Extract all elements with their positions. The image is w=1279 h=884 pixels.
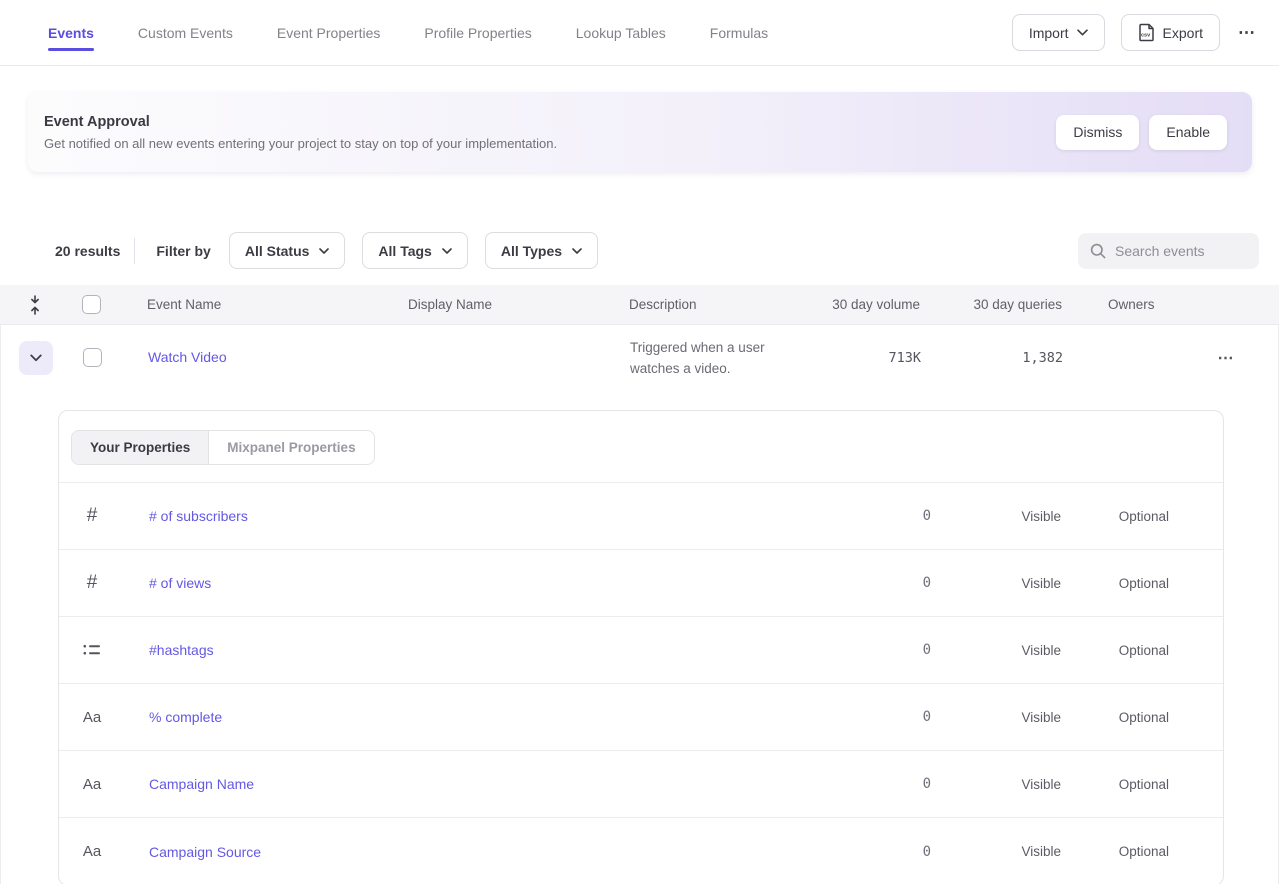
visibility-value[interactable]: Visible bbox=[931, 777, 1061, 792]
col-queries: 30 day queries bbox=[920, 297, 1062, 312]
property-name-link[interactable]: % complete bbox=[149, 709, 222, 725]
row-checkbox[interactable] bbox=[83, 348, 102, 367]
divider bbox=[134, 238, 135, 264]
enable-button[interactable]: Enable bbox=[1149, 115, 1227, 150]
col-owners: Owners bbox=[1062, 297, 1202, 312]
property-value: 0 bbox=[831, 508, 931, 524]
nav-tabs: Events Custom Events Event Properties Pr… bbox=[48, 0, 768, 65]
export-button-label: Export bbox=[1163, 25, 1203, 41]
tab-lookup-tables[interactable]: Lookup Tables bbox=[576, 0, 666, 65]
col-volume: 30 day volume bbox=[820, 297, 920, 312]
property-name-link[interactable]: Campaign Source bbox=[149, 844, 261, 860]
requirement-value[interactable]: Optional bbox=[1061, 777, 1169, 792]
col-description: Description bbox=[629, 297, 820, 312]
tab-your-properties[interactable]: Your Properties bbox=[72, 431, 209, 464]
list-icon bbox=[83, 643, 101, 657]
property-name-link[interactable]: #hashtags bbox=[149, 642, 214, 658]
results-count: 20 results bbox=[55, 243, 120, 259]
svg-text:csv: csv bbox=[1141, 33, 1151, 39]
tab-mixpanel-properties[interactable]: Mixpanel Properties bbox=[209, 431, 373, 464]
text-icon: Aa bbox=[83, 843, 101, 860]
col-display-name: Display Name bbox=[408, 297, 629, 312]
requirement-value[interactable]: Optional bbox=[1061, 643, 1169, 658]
requirement-value[interactable]: Optional bbox=[1061, 509, 1169, 524]
properties-tabs: Your Properties Mixpanel Properties bbox=[71, 430, 375, 465]
visibility-value[interactable]: Visible bbox=[931, 844, 1061, 859]
tags-filter-dropdown[interactable]: All Tags bbox=[362, 232, 467, 269]
hash-icon: # bbox=[87, 572, 98, 594]
col-event-name: Event Name bbox=[147, 297, 408, 312]
ellipsis-icon: ⋯ bbox=[1218, 350, 1236, 367]
tab-formulas[interactable]: Formulas bbox=[710, 0, 768, 65]
visibility-value[interactable]: Visible bbox=[931, 710, 1061, 725]
property-row: Aa Campaign Name 0 Visible Optional bbox=[59, 751, 1223, 818]
property-value: 0 bbox=[831, 642, 931, 658]
banner-subtitle: Get notified on all new events entering … bbox=[44, 136, 557, 151]
event-name-link[interactable]: Watch Video bbox=[148, 349, 227, 365]
banner-title: Event Approval bbox=[44, 114, 557, 130]
tab-event-properties[interactable]: Event Properties bbox=[277, 0, 381, 65]
property-row: #hashtags 0 Visible Optional bbox=[59, 617, 1223, 684]
visibility-value[interactable]: Visible bbox=[931, 643, 1061, 658]
requirement-value[interactable]: Optional bbox=[1061, 844, 1169, 859]
status-filter-dropdown[interactable]: All Status bbox=[229, 232, 346, 269]
property-value: 0 bbox=[831, 575, 931, 591]
properties-card: Your Properties Mixpanel Properties # # … bbox=[58, 410, 1224, 884]
row-collapse-button[interactable] bbox=[19, 341, 53, 375]
property-value: 0 bbox=[831, 776, 931, 792]
tab-custom-events[interactable]: Custom Events bbox=[138, 0, 233, 65]
search-box[interactable] bbox=[1078, 233, 1259, 269]
top-nav: Events Custom Events Event Properties Pr… bbox=[0, 0, 1279, 66]
row-more-button[interactable]: ⋯ bbox=[1218, 348, 1236, 368]
import-button[interactable]: Import bbox=[1012, 14, 1105, 51]
status-filter-label: All Status bbox=[245, 243, 310, 259]
visibility-value[interactable]: Visible bbox=[931, 576, 1061, 591]
visibility-value[interactable]: Visible bbox=[931, 509, 1061, 524]
queries-value: 1,382 bbox=[921, 350, 1063, 366]
export-button[interactable]: csv Export bbox=[1121, 14, 1220, 51]
property-value: 0 bbox=[831, 844, 931, 860]
text-icon: Aa bbox=[83, 709, 101, 726]
nav-more-button[interactable]: ⋯ bbox=[1236, 19, 1259, 47]
property-name-link[interactable]: Campaign Name bbox=[149, 776, 254, 792]
property-value: 0 bbox=[831, 709, 931, 725]
chevron-down-icon bbox=[30, 354, 42, 362]
chevron-down-icon bbox=[442, 248, 452, 254]
filter-by-label: Filter by bbox=[156, 243, 210, 259]
collapse-all-icon bbox=[28, 295, 42, 315]
property-row: Aa % complete 0 Visible Optional bbox=[59, 684, 1223, 751]
requirement-value[interactable]: Optional bbox=[1061, 710, 1169, 725]
property-row: # # of subscribers 0 Visible Optional bbox=[59, 483, 1223, 550]
property-row: # # of views 0 Visible Optional bbox=[59, 550, 1223, 617]
select-all-checkbox[interactable] bbox=[82, 295, 101, 314]
expanded-event-group: Watch Video Triggered when a user watche… bbox=[0, 325, 1279, 884]
volume-value: 713K bbox=[821, 350, 921, 366]
property-name-link[interactable]: # of views bbox=[149, 575, 211, 591]
dismiss-button[interactable]: Dismiss bbox=[1056, 115, 1139, 150]
tags-filter-label: All Tags bbox=[378, 243, 431, 259]
search-icon bbox=[1090, 243, 1106, 259]
ellipsis-icon: ⋯ bbox=[1238, 23, 1257, 42]
collapse-all-button[interactable] bbox=[28, 295, 42, 315]
types-filter-dropdown[interactable]: All Types bbox=[485, 232, 598, 269]
tab-events[interactable]: Events bbox=[48, 0, 94, 65]
csv-file-icon: csv bbox=[1138, 23, 1155, 42]
import-button-label: Import bbox=[1029, 25, 1069, 41]
hash-icon: # bbox=[87, 505, 98, 527]
tab-profile-properties[interactable]: Profile Properties bbox=[424, 0, 531, 65]
property-row: Aa Campaign Source 0 Visible Optional bbox=[59, 818, 1223, 884]
event-description: Triggered when a user watches a video. bbox=[630, 337, 821, 379]
event-approval-banner: Event Approval Get notified on all new e… bbox=[28, 92, 1252, 172]
search-input[interactable] bbox=[1115, 243, 1247, 259]
property-name-link[interactable]: # of subscribers bbox=[149, 508, 248, 524]
event-row: Watch Video Triggered when a user watche… bbox=[1, 325, 1278, 390]
table-header: Event Name Display Name Description 30 d… bbox=[0, 285, 1279, 325]
requirement-value[interactable]: Optional bbox=[1061, 576, 1169, 591]
chevron-down-icon bbox=[319, 248, 329, 254]
text-icon: Aa bbox=[83, 776, 101, 793]
chevron-down-icon bbox=[1077, 29, 1088, 36]
types-filter-label: All Types bbox=[501, 243, 562, 259]
chevron-down-icon bbox=[572, 248, 582, 254]
filter-bar: 20 results Filter by All Status All Tags… bbox=[0, 232, 1279, 269]
